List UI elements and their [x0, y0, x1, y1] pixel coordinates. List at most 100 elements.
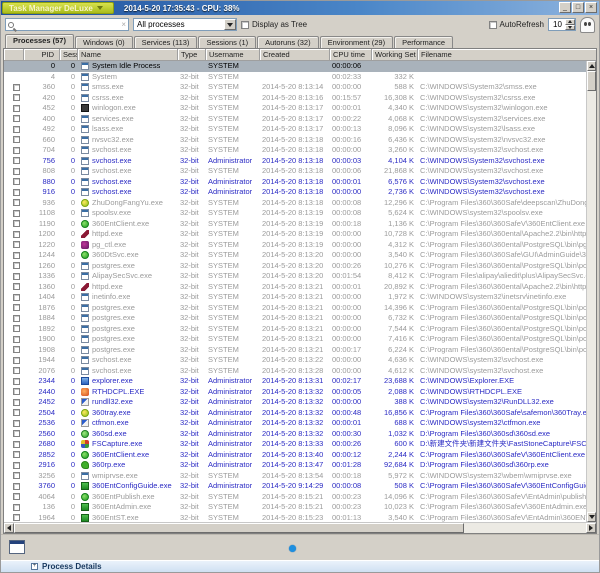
table-row[interactable]: 24520rundll32.exe32-bitAdministrator2014…: [4, 397, 586, 408]
row-checkbox[interactable]: [13, 441, 20, 448]
row-checkbox[interactable]: [13, 241, 20, 248]
table-row[interactable]: 23440explorer.exe32-bitAdministrator2014…: [4, 376, 586, 387]
tab-processes[interactable]: Processes (57): [5, 34, 74, 48]
table-row[interactable]: 19640360EntST.exe32-bitSYSTEM2014-5-20 8…: [4, 513, 586, 523]
row-checkbox[interactable]: [13, 210, 20, 217]
row-checkbox[interactable]: [13, 378, 20, 385]
horizontal-scroll-thumb[interactable]: [14, 523, 464, 533]
row-checkbox[interactable]: [13, 168, 20, 175]
close-button[interactable]: ×: [585, 2, 597, 13]
table-row[interactable]: 4000services.exe32-bitSYSTEM2014-5-20 8:…: [4, 114, 586, 125]
row-checkbox[interactable]: [13, 336, 20, 343]
row-checkbox[interactable]: [13, 126, 20, 133]
table-row[interactable]: 19440svchost.exe32-bitSYSTEM2014-5-20 8:…: [4, 355, 586, 366]
autorefresh-checkbox[interactable]: [489, 21, 497, 29]
column-header-filename[interactable]: Filename: [418, 49, 596, 61]
row-checkbox[interactable]: [13, 472, 20, 479]
row-checkbox[interactable]: [13, 115, 20, 122]
table-row[interactable]: 11080spoolsv.exe32-bitSYSTEM2014-5-20 8:…: [4, 208, 586, 219]
table-row[interactable]: 12000httpd.exe32-bitSYSTEM2014-5-20 8:13…: [4, 229, 586, 240]
scroll-right-button[interactable]: [586, 523, 596, 533]
splitter-grip-dot[interactable]: [289, 545, 296, 552]
table-row[interactable]: 19000postgres.exe32-bitSYSTEM2014-5-20 8…: [4, 334, 586, 345]
column-header-working-set[interactable]: Working Set: [372, 49, 418, 61]
row-checkbox[interactable]: [13, 283, 20, 290]
table-row[interactable]: 40System32-bitSYSTEM00:02:33332 K: [4, 72, 586, 83]
table-row[interactable]: 40640360EntPublish.exe32-bitSYSTEM2014-5…: [4, 492, 586, 503]
table-row[interactable]: 18760postgres.exe32-bitSYSTEM2014-5-20 8…: [4, 303, 586, 314]
column-header-username[interactable]: Username: [206, 49, 260, 61]
maximize-button[interactable]: □: [572, 2, 584, 13]
vertical-scroll-thumb[interactable]: [587, 71, 596, 91]
process-filter-select[interactable]: All processes: [133, 18, 237, 31]
scroll-up-button[interactable]: [587, 61, 596, 71]
row-checkbox[interactable]: [13, 367, 20, 374]
row-checkbox[interactable]: [13, 399, 20, 406]
clear-search-icon[interactable]: ×: [121, 21, 126, 29]
autorefresh-group[interactable]: AutoRefresh: [489, 20, 544, 29]
row-checkbox[interactable]: [13, 199, 20, 206]
table-row[interactable]: 32560wmiprvse.exe32-bitSYSTEM2014-5-20 8…: [4, 471, 586, 482]
row-checkbox[interactable]: [13, 514, 20, 521]
column-header-cpu-time[interactable]: CPU time: [330, 49, 372, 61]
row-checkbox[interactable]: [13, 451, 20, 458]
tab-autoruns[interactable]: Autoruns (32): [257, 36, 318, 48]
table-row[interactable]: 8800svchost.exe32-bitAdministrator2014-5…: [4, 177, 586, 188]
table-row[interactable]: 9360ZhuDongFangYu.exe32-bitSYSTEM2014-5-…: [4, 198, 586, 209]
table-row[interactable]: 12440360DtSvc.exe32-bitSYSTEM2014-5-20 8…: [4, 250, 586, 261]
table-row[interactable]: 11900360EntClient.exe32-bitSYSTEM2014-5-…: [4, 219, 586, 230]
refresh-interval-stepper[interactable]: 10: [548, 18, 576, 31]
table-row[interactable]: 26800FSCapture.exe32-bitAdministrator201…: [4, 439, 586, 450]
row-checkbox[interactable]: [13, 357, 20, 364]
row-checkbox[interactable]: [13, 346, 20, 353]
table-row[interactable]: 7560svchost.exe32-bitAdministrator2014-5…: [4, 156, 586, 167]
row-checkbox[interactable]: [13, 178, 20, 185]
display-as-tree-checkbox[interactable]: [241, 21, 249, 29]
row-checkbox[interactable]: [13, 388, 20, 395]
row-checkbox[interactable]: [13, 409, 20, 416]
row-checkbox[interactable]: [13, 84, 20, 91]
table-row[interactable]: 4200csrss.exe32-bitSYSTEM2014-5-20 8:13:…: [4, 93, 586, 104]
row-checkbox[interactable]: [13, 105, 20, 112]
tab-windows[interactable]: Windows (0): [75, 36, 133, 48]
row-checkbox[interactable]: [13, 252, 20, 259]
row-checkbox[interactable]: [13, 462, 20, 469]
scroll-down-button[interactable]: [587, 512, 596, 522]
table-row[interactable]: 14040inetinfo.exe32-bitSYSTEM2014-5-20 8…: [4, 292, 586, 303]
table-row[interactable]: 00System Idle ProcessSYSTEM00:00:06: [4, 61, 586, 72]
table-row[interactable]: 4920lsass.exe32-bitSYSTEM2014-5-20 8:13:…: [4, 124, 586, 135]
table-row[interactable]: 28520360EntClient.exe32-bitAdministrator…: [4, 450, 586, 461]
scroll-left-button[interactable]: [4, 523, 14, 533]
row-checkbox[interactable]: [13, 304, 20, 311]
vertical-scrollbar[interactable]: [586, 61, 596, 522]
table-row[interactable]: 29160360rp.exe32-bitAdministrator2014-5-…: [4, 460, 586, 471]
table-row[interactable]: 25600360sd.exe32-bitAdministrator2014-5-…: [4, 429, 586, 440]
table-row[interactable]: 19080postgres.exe32-bitSYSTEM2014-5-20 8…: [4, 345, 586, 356]
table-row[interactable]: 20760svchost.exe32-bitSYSTEM2014-5-20 8:…: [4, 366, 586, 377]
horizontal-scroll-track[interactable]: [464, 523, 586, 533]
column-header-name[interactable]: Name: [78, 49, 178, 61]
row-checkbox[interactable]: [13, 294, 20, 301]
tab-services[interactable]: Services (113): [134, 36, 198, 48]
row-checkbox[interactable]: [13, 147, 20, 154]
table-row[interactable]: 24400RTHDCPL.EXE32-bitAdministrator2014-…: [4, 387, 586, 398]
row-checkbox[interactable]: [13, 262, 20, 269]
column-header-created[interactable]: Created: [260, 49, 330, 61]
row-checkbox[interactable]: [13, 483, 20, 490]
stepper-down-button[interactable]: [565, 25, 575, 31]
row-checkbox[interactable]: [13, 504, 20, 511]
table-row[interactable]: 37600360EntConfigGuide.exe32-bitAdminist…: [4, 481, 586, 492]
minimize-button[interactable]: _: [559, 2, 571, 13]
horizontal-scrollbar[interactable]: [4, 522, 596, 533]
column-header-pid[interactable]: PID: [24, 49, 60, 61]
display-as-tree-group[interactable]: Display as Tree: [241, 20, 307, 29]
tab-performance[interactable]: Performance: [394, 36, 453, 48]
row-checkbox[interactable]: [13, 420, 20, 427]
row-checkbox[interactable]: [13, 430, 20, 437]
table-row[interactable]: 18840postgres.exe32-bitSYSTEM2014-5-20 8…: [4, 313, 586, 324]
table-row[interactable]: 1360360EntAdmin.exe32-bitSYSTEM2014-5-20…: [4, 502, 586, 513]
table-row[interactable]: 25360ctfmon.exe32-bitAdministrator2014-5…: [4, 418, 586, 429]
column-header-type[interactable]: Type: [178, 49, 206, 61]
column-header-session[interactable]: Session: [60, 49, 78, 61]
table-row[interactable]: 7040svchost.exe32-bitSYSTEM2014-5-20 8:1…: [4, 145, 586, 156]
